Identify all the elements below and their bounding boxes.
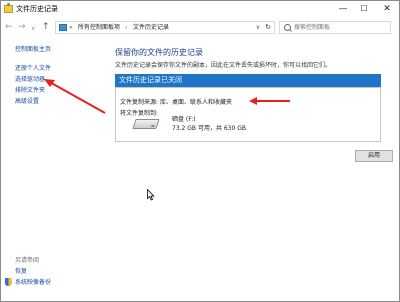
app-icon bbox=[4, 3, 13, 13]
forward-arrow-icon[interactable]: → bbox=[18, 22, 26, 32]
up-arrow-icon[interactable]: ↑ bbox=[42, 22, 50, 32]
status-banner: 文件历史记录已关闭 bbox=[115, 74, 381, 87]
search-icon bbox=[284, 24, 291, 31]
minimize-button[interactable]: — bbox=[333, 1, 353, 18]
back-arrow-icon[interactable]: ← bbox=[5, 22, 13, 32]
file-history-details-panel: 文件复制来源: 库、桌面、联系人和收藏夹 将文件复制到: 硒盘 (F:) 73.… bbox=[115, 87, 381, 142]
source-label: 文件复制来源: bbox=[120, 99, 159, 106]
file-history-window: 文件历史记录 — ☐ ✕ ← → ∨ ↑ « 所有控制面板项 › 文件历史记录 … bbox=[0, 0, 400, 302]
sidebar-item-exclude-folders[interactable]: 排除文件夹 bbox=[15, 87, 45, 95]
sidebar-item-restore-files[interactable]: 还原个人文件 bbox=[15, 65, 51, 73]
sidebar-item-system-image-backup[interactable]: 系统映像备份 bbox=[15, 279, 51, 287]
main-content: 保留你的文件的历史记录 文件历史记录会保存你文件的副本，因此在文件丢失或损坏时，… bbox=[101, 38, 399, 301]
drive-name: 硒盘 (F:) bbox=[172, 116, 196, 123]
navigation-bar: ← → ∨ ↑ « 所有控制面板项 › 文件历史记录 ∨ ↻ 搜索控制面板 bbox=[1, 18, 399, 38]
breadcrumb-all-items[interactable]: 所有控制面板项 bbox=[78, 24, 120, 32]
enable-button[interactable]: 启用 bbox=[355, 150, 393, 162]
title-bar: 文件历史记录 — ☐ ✕ bbox=[1, 1, 399, 18]
search-box[interactable]: 搜索控制面板 bbox=[279, 21, 391, 34]
breadcrumb-overflow[interactable]: « bbox=[69, 24, 73, 32]
chevron-down-icon[interactable]: ∨ bbox=[256, 24, 260, 31]
refresh-icon[interactable]: ↻ bbox=[265, 23, 271, 31]
window-title: 文件历史记录 bbox=[16, 5, 58, 13]
sidebar-item-recovery[interactable]: 恢复 bbox=[15, 268, 27, 276]
status-text: 文件历史记录已关闭 bbox=[119, 76, 182, 84]
drive-icon bbox=[132, 119, 160, 129]
breadcrumb-file-history[interactable]: 文件历史记录 bbox=[133, 24, 169, 32]
drive-space: 73.2 GB 可用，共 630 GB bbox=[172, 125, 246, 132]
sidebar-item-control-panel-home[interactable]: 控制面板主页 bbox=[15, 46, 51, 54]
sidebar: 控制面板主页 还原个人文件 选择驱动器 排除文件夹 高级设置 另请参阅 恢复 系… bbox=[1, 38, 101, 301]
source-value: 库、桌面、联系人和收藏夹 bbox=[160, 99, 233, 106]
destination-label: 将文件复制到: bbox=[120, 110, 159, 117]
close-button[interactable]: ✕ bbox=[377, 1, 397, 18]
maximize-button[interactable]: ☐ bbox=[354, 1, 374, 18]
recent-locations-icon[interactable]: ∨ bbox=[31, 24, 35, 34]
folder-icon bbox=[59, 24, 67, 31]
page-title: 保留你的文件的历史记录 bbox=[115, 48, 203, 57]
see-also-heading: 另请参阅 bbox=[15, 257, 40, 264]
page-description: 文件历史记录会保存你文件的副本，因此在文件丢失或损坏时，你可以找回它们。 bbox=[115, 62, 332, 69]
search-placeholder: 搜索控制面板 bbox=[294, 24, 331, 31]
breadcrumb-separator: › bbox=[125, 24, 128, 31]
sidebar-item-select-drive[interactable]: 选择驱动器 bbox=[15, 76, 45, 84]
sidebar-item-advanced-settings[interactable]: 高级设置 bbox=[15, 98, 39, 106]
mouse-cursor-icon bbox=[147, 189, 155, 201]
address-bar[interactable]: « 所有控制面板项 › 文件历史记录 ∨ ↻ bbox=[55, 21, 275, 34]
shield-icon bbox=[5, 278, 12, 286]
